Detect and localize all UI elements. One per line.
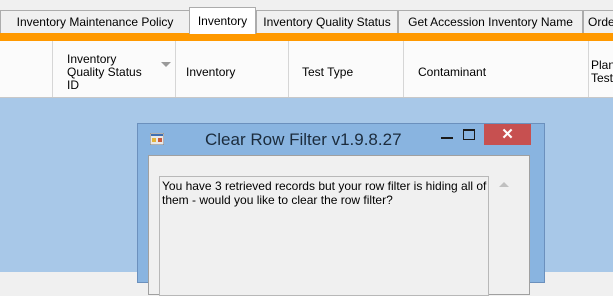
- vertical-scrollbar[interactable]: [495, 176, 513, 296]
- app-icon: [150, 133, 164, 145]
- column-header-label: Test Type: [302, 65, 354, 79]
- column-header-plan-test[interactable]: Plan Test: [588, 41, 613, 97]
- tab-get-accession-inventory-name[interactable]: Get Accession Inventory Name: [398, 10, 583, 33]
- tab-label: Inventory Maintenance Policy: [16, 15, 174, 29]
- column-header-line: Test: [591, 71, 613, 85]
- clear-row-filter-dialog[interactable]: Clear Row Filter v1.9.8.27 ✕ You have 3 …: [137, 123, 545, 296]
- message-text: You have 3 retrieved records but your ro…: [162, 179, 487, 207]
- column-header-inventory-quality-status-id[interactable]: Inventory Quality Status ID: [52, 41, 176, 97]
- row-header-corner: [0, 41, 53, 97]
- tab-inventory-quality-status[interactable]: Inventory Quality Status: [256, 10, 398, 33]
- column-header-contaminant[interactable]: Contaminant: [403, 41, 589, 97]
- dialog-body: You have 3 retrieved records but your ro…: [148, 155, 530, 296]
- tab-order[interactable]: Orde: [583, 10, 613, 33]
- message-line: You have 3 retrieved records but your ro…: [162, 179, 487, 193]
- tab-inventory[interactable]: Inventory: [189, 7, 256, 34]
- message-line: them - would you like to clear the row f…: [162, 193, 393, 207]
- maximize-icon[interactable]: [458, 125, 480, 145]
- tab-inventory-maintenance-policy[interactable]: Inventory Maintenance Policy: [0, 10, 190, 33]
- tab-label: Get Accession Inventory Name: [408, 15, 573, 29]
- tab-label: Inventory: [197, 14, 248, 28]
- column-header-line: ID: [67, 78, 79, 92]
- tab-label: Inventory Quality Status: [263, 15, 391, 29]
- close-button[interactable]: ✕: [484, 124, 531, 145]
- column-header-label: Inventory: [186, 65, 236, 79]
- dialog-title: Clear Row Filter v1.9.8.27: [205, 130, 402, 149]
- scroll-up-icon[interactable]: [499, 182, 509, 187]
- column-header-inventory[interactable]: Inventory: [175, 41, 289, 97]
- accent-bar: [0, 33, 613, 41]
- column-header-label: Contaminant: [418, 65, 487, 79]
- tab-strip: Inventory Maintenance Policy Inventory I…: [0, 0, 613, 34]
- message-box: You have 3 retrieved records but your ro…: [159, 176, 489, 296]
- column-header-test-type[interactable]: Test Type: [288, 41, 404, 97]
- minimize-icon[interactable]: [436, 125, 458, 145]
- tab-label: Orde: [588, 15, 613, 29]
- grid-header: Inventory Quality Status ID Inventory Te…: [0, 41, 613, 98]
- sort-down-icon[interactable]: [161, 62, 171, 67]
